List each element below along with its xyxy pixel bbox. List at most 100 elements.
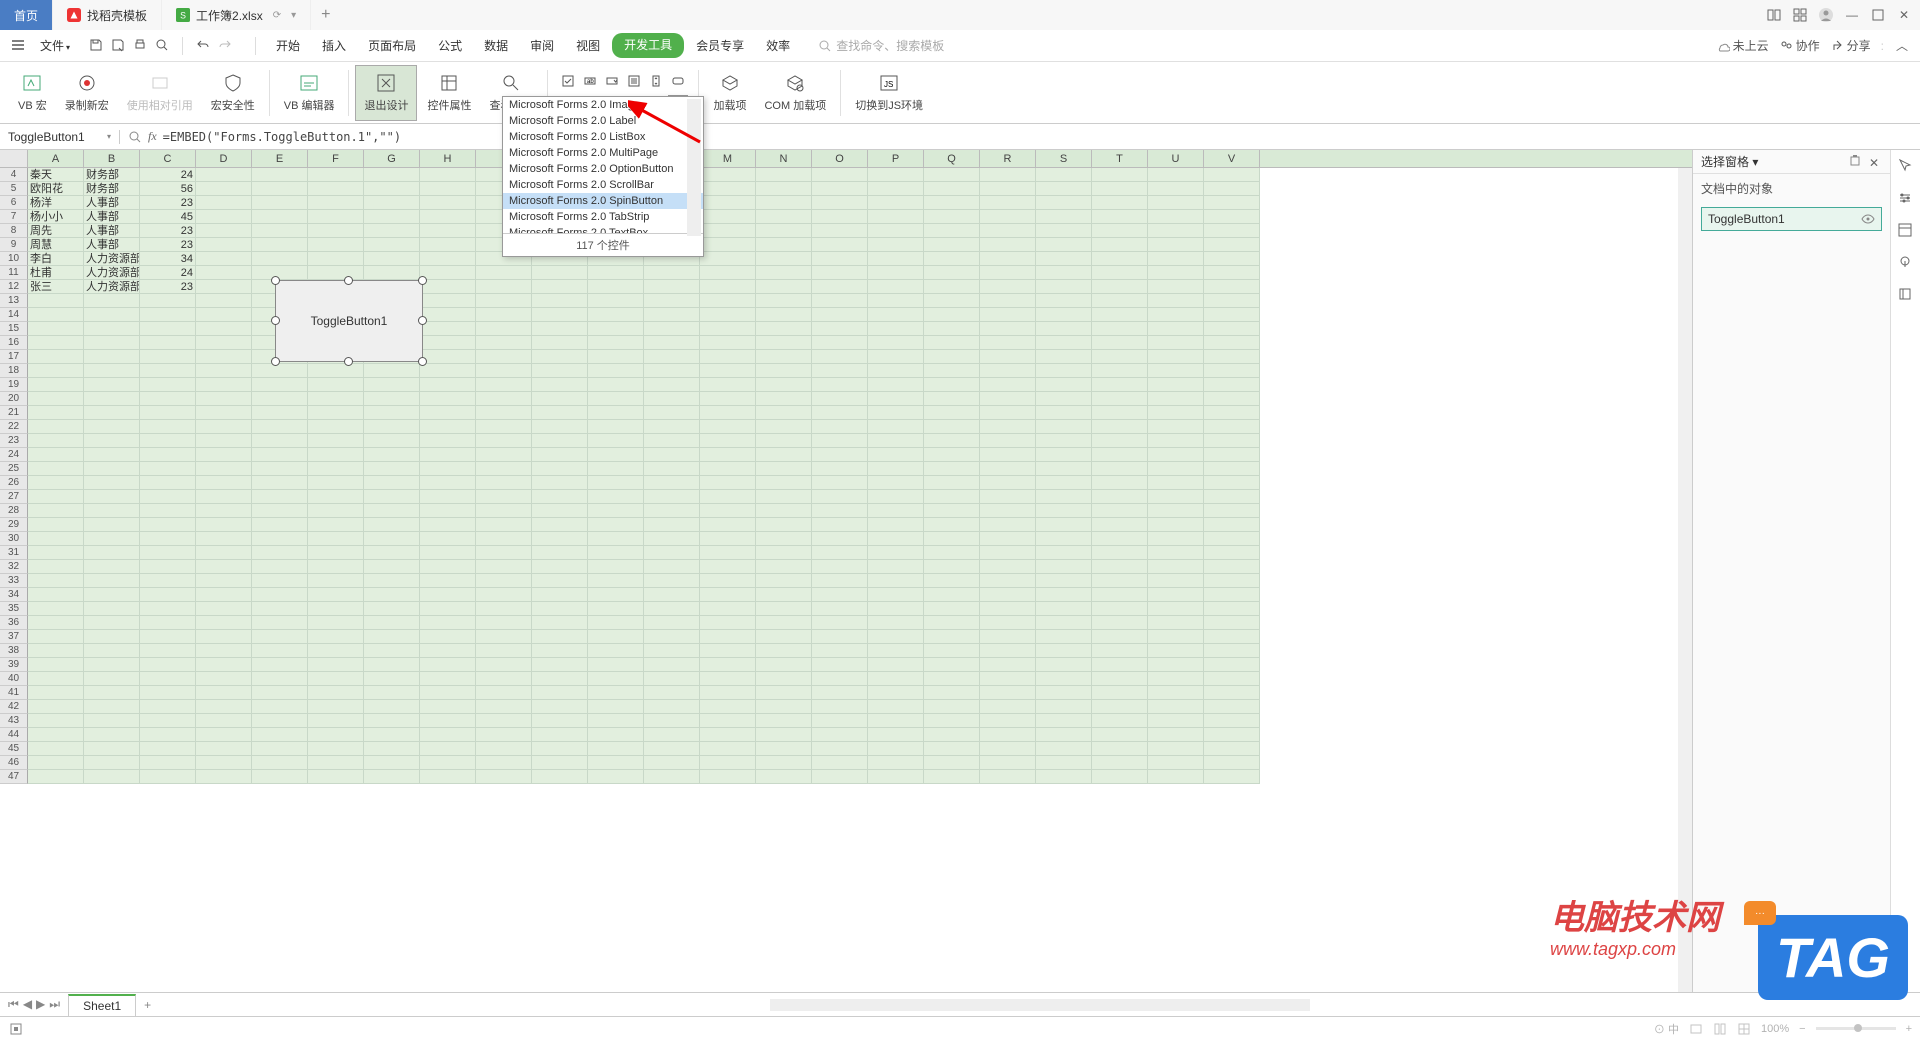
cell[interactable]	[476, 588, 532, 602]
cell[interactable]	[980, 504, 1036, 518]
cell[interactable]	[140, 378, 196, 392]
cell[interactable]	[1092, 616, 1148, 630]
cell[interactable]	[980, 546, 1036, 560]
cell[interactable]	[700, 728, 756, 742]
cell[interactable]	[420, 280, 476, 294]
tab-view[interactable]: 视图	[566, 33, 610, 58]
cell[interactable]	[140, 490, 196, 504]
sheet-add-button[interactable]: +	[136, 998, 159, 1012]
cell[interactable]	[1036, 686, 1092, 700]
cell[interactable]	[1204, 630, 1260, 644]
cell[interactable]	[700, 210, 756, 224]
cell[interactable]	[420, 560, 476, 574]
cell[interactable]	[140, 504, 196, 518]
cell[interactable]	[364, 196, 420, 210]
cell[interactable]	[364, 420, 420, 434]
row-header[interactable]: 5	[0, 182, 28, 196]
cell[interactable]	[1148, 434, 1204, 448]
cell[interactable]	[532, 728, 588, 742]
cell[interactable]	[308, 574, 364, 588]
cell[interactable]	[476, 714, 532, 728]
cell[interactable]	[1148, 616, 1204, 630]
cell[interactable]	[1204, 322, 1260, 336]
cell[interactable]	[308, 630, 364, 644]
resize-handle[interactable]	[271, 316, 280, 325]
cell[interactable]	[588, 420, 644, 434]
cell[interactable]	[588, 434, 644, 448]
cell[interactable]	[588, 294, 644, 308]
cell[interactable]	[252, 518, 308, 532]
user-icon[interactable]	[1818, 7, 1834, 23]
cell[interactable]	[28, 686, 84, 700]
tab-formula[interactable]: 公式	[428, 33, 472, 58]
cell[interactable]	[252, 616, 308, 630]
column-header[interactable]: A	[28, 150, 84, 167]
pane-close-icon[interactable]: ✕	[1866, 155, 1882, 171]
cell[interactable]	[700, 658, 756, 672]
cell[interactable]	[812, 350, 868, 364]
cell[interactable]	[252, 714, 308, 728]
vertical-scrollbar[interactable]	[1678, 168, 1692, 992]
cell[interactable]	[1092, 364, 1148, 378]
cell[interactable]	[1092, 266, 1148, 280]
cell[interactable]	[28, 350, 84, 364]
cell[interactable]	[924, 210, 980, 224]
cell[interactable]	[420, 308, 476, 322]
cell[interactable]	[1204, 574, 1260, 588]
cell[interactable]	[1092, 700, 1148, 714]
cell[interactable]	[1092, 308, 1148, 322]
cell[interactable]	[756, 252, 812, 266]
cell[interactable]	[924, 420, 980, 434]
cell[interactable]	[644, 294, 700, 308]
cell[interactable]	[476, 476, 532, 490]
cell[interactable]	[140, 714, 196, 728]
cell[interactable]	[1148, 560, 1204, 574]
cell[interactable]	[252, 672, 308, 686]
cell[interactable]	[196, 700, 252, 714]
cell[interactable]	[252, 602, 308, 616]
cell[interactable]	[84, 518, 140, 532]
cell[interactable]	[420, 546, 476, 560]
row-header[interactable]: 16	[0, 336, 28, 350]
row-header[interactable]: 40	[0, 672, 28, 686]
cell[interactable]	[532, 700, 588, 714]
cell[interactable]	[252, 630, 308, 644]
cell[interactable]	[196, 392, 252, 406]
cell[interactable]	[420, 714, 476, 728]
cell[interactable]	[868, 322, 924, 336]
cell[interactable]	[84, 406, 140, 420]
cell[interactable]	[980, 168, 1036, 182]
cell[interactable]	[140, 686, 196, 700]
cell[interactable]	[868, 770, 924, 784]
cell[interactable]	[588, 350, 644, 364]
cell[interactable]	[924, 336, 980, 350]
row-header[interactable]: 28	[0, 504, 28, 518]
cell[interactable]	[1148, 182, 1204, 196]
cell[interactable]	[1092, 518, 1148, 532]
search-fx-icon[interactable]	[128, 130, 142, 144]
cell[interactable]	[812, 588, 868, 602]
column-header[interactable]: H	[420, 150, 476, 167]
cell[interactable]	[420, 672, 476, 686]
cell[interactable]	[84, 728, 140, 742]
cell[interactable]	[588, 616, 644, 630]
row-header[interactable]: 25	[0, 462, 28, 476]
cell[interactable]	[420, 476, 476, 490]
cell[interactable]	[644, 756, 700, 770]
zoom-out-button[interactable]: −	[1799, 1023, 1805, 1035]
cell[interactable]	[1092, 658, 1148, 672]
cell[interactable]	[420, 266, 476, 280]
cell[interactable]	[476, 490, 532, 504]
cell[interactable]	[196, 658, 252, 672]
cell[interactable]	[28, 630, 84, 644]
cell[interactable]	[588, 518, 644, 532]
cell[interactable]	[1092, 602, 1148, 616]
tab-member[interactable]: 会员专享	[686, 33, 754, 58]
cell[interactable]	[700, 252, 756, 266]
cell[interactable]	[308, 406, 364, 420]
cell[interactable]	[140, 392, 196, 406]
cell[interactable]	[1204, 308, 1260, 322]
row-header[interactable]: 46	[0, 756, 28, 770]
cell[interactable]	[364, 728, 420, 742]
cell[interactable]	[28, 476, 84, 490]
